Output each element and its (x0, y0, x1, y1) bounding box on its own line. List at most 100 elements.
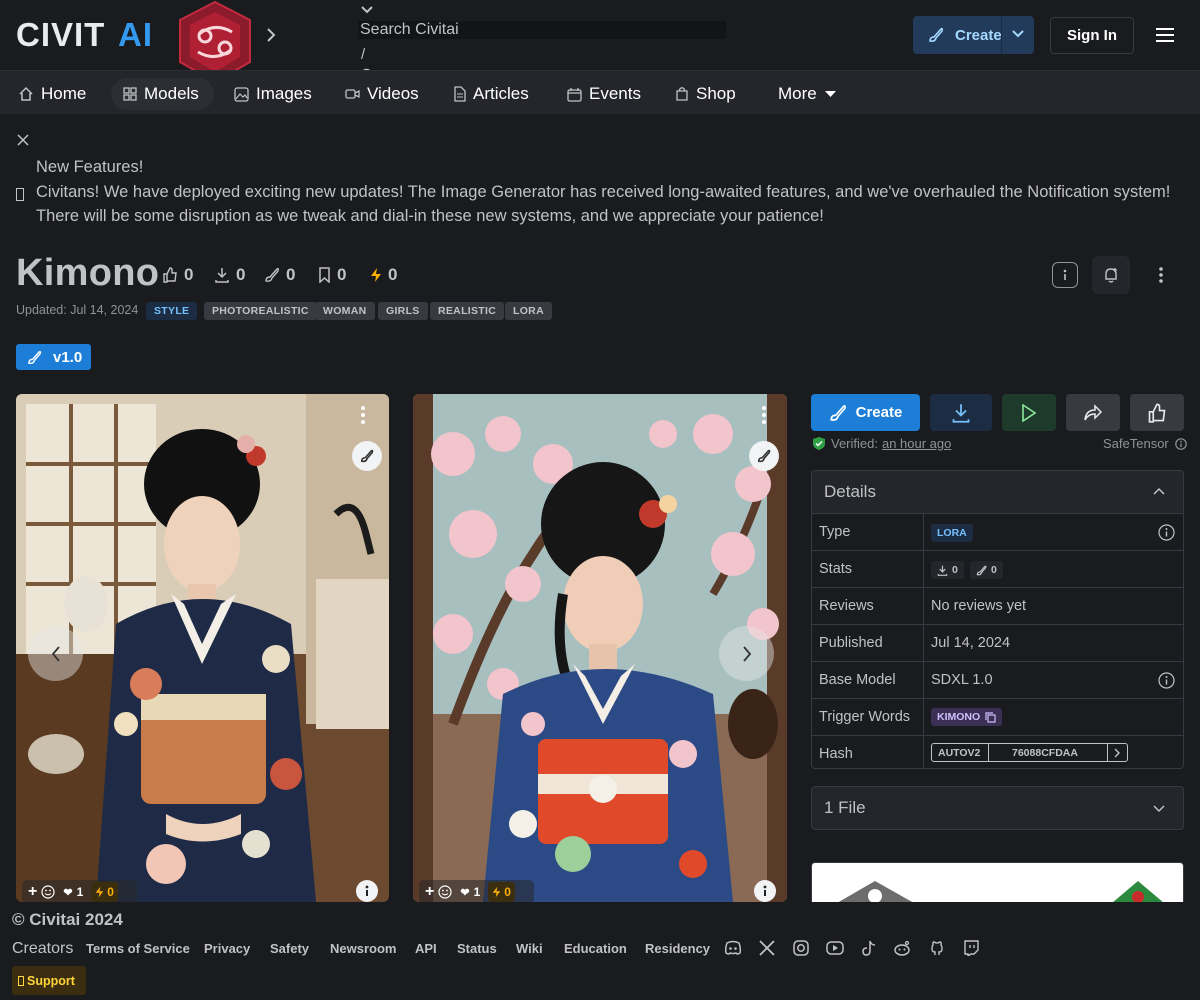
share-button[interactable] (1066, 394, 1120, 431)
details-row-trigger-words: Trigger Words KIMONO (812, 698, 1183, 736)
instagram-icon[interactable] (793, 940, 809, 956)
discord-icon[interactable] (724, 940, 742, 956)
bookmarks-stat: 0 (318, 265, 346, 285)
brush-icon (829, 404, 847, 422)
carousel-prev-button[interactable] (28, 626, 83, 681)
buzz-reaction[interactable]: 0 (91, 882, 118, 902)
image-icon (234, 86, 256, 102)
footer-link-status[interactable]: Status (457, 941, 497, 956)
footer-link-education[interactable]: Education (564, 941, 627, 956)
chevron-up-icon[interactable] (1153, 487, 1165, 495)
image-info-icon[interactable] (356, 880, 378, 902)
civitai-logo[interactable]: CIVIT AI (16, 18, 158, 50)
nav-item-videos[interactable]: Videos (345, 78, 419, 110)
files-label: 1 File (824, 798, 866, 817)
tag-style[interactable]: STYLE (146, 302, 198, 320)
shield-check-icon (812, 436, 826, 451)
thumbs-up-icon (162, 267, 184, 283)
trigger-word-badge[interactable]: KIMONO (931, 708, 1003, 726)
nav-item-events[interactable]: Events (567, 78, 641, 110)
notification-bell-icon[interactable] (1092, 256, 1130, 294)
footer-link-residency[interactable]: Residency (645, 941, 710, 956)
tag-girls[interactable]: GIRLS (378, 302, 428, 320)
header-create-button[interactable]: Create (913, 16, 1034, 54)
nav-item-home[interactable]: Home (18, 78, 86, 110)
row-key: Reviews (819, 598, 874, 614)
remix-brush-icon[interactable] (749, 441, 779, 471)
create-button[interactable]: Create (811, 394, 920, 431)
likes-stat: 0 (162, 265, 193, 285)
main-nav: Home Models Images Videos Articles Event… (0, 70, 1200, 114)
model-title: Kimono (16, 252, 160, 294)
footer-link-terms[interactable]: Terms of Service (86, 941, 190, 956)
details-row-hash: Hash AUTOV2 76088CFDAA (812, 735, 1183, 768)
details-row-published: Published Jul 14, 2024 (812, 624, 1183, 662)
footer-link-safety[interactable]: Safety (270, 941, 309, 956)
footer-link-privacy[interactable]: Privacy (204, 941, 250, 956)
caret-down-icon (824, 90, 843, 98)
more-options-icon[interactable] (361, 406, 365, 424)
smiley-icon[interactable] (438, 885, 452, 899)
like-button[interactable] (1130, 394, 1184, 431)
search-input[interactable] (358, 21, 726, 39)
more-options-icon[interactable] (1148, 262, 1174, 288)
version-button[interactable]: v1.0 (16, 344, 91, 370)
support-button[interactable]: Support (12, 966, 86, 995)
banner-title: New Features! (36, 158, 144, 176)
tiktok-icon[interactable] (861, 940, 877, 956)
nav-label: More (778, 84, 817, 103)
details-row-type: Type LORA (812, 513, 1183, 551)
footer-link-api[interactable]: API (415, 941, 437, 956)
github-icon[interactable] (929, 940, 945, 956)
close-icon[interactable] (17, 134, 29, 146)
nav-item-more[interactable]: More (778, 78, 843, 110)
hash-box[interactable]: AUTOV2 76088CFDAA (931, 743, 1128, 762)
hamburger-menu-icon[interactable] (1155, 27, 1175, 43)
create-label: Create (955, 26, 1002, 44)
remix-brush-icon[interactable] (352, 441, 382, 471)
tag-photorealistic[interactable]: PHOTOREALISTIC (204, 302, 317, 320)
info-icon[interactable] (1174, 437, 1187, 450)
verified-time-link[interactable]: an hour ago (882, 436, 951, 451)
chevron-right-icon[interactable] (1113, 748, 1121, 758)
download-icon (937, 565, 948, 576)
sign-in-button[interactable]: Sign In (1050, 17, 1134, 54)
heart-icon[interactable]: ❤ (460, 886, 469, 899)
youtube-icon[interactable] (826, 940, 844, 956)
chevron-left-icon (50, 645, 62, 663)
info-icon[interactable] (1158, 524, 1175, 541)
files-accordion[interactable]: 1 File (811, 786, 1184, 830)
nav-item-articles[interactable]: Articles (453, 78, 529, 110)
nav-item-models[interactable]: Models (111, 78, 214, 110)
chevron-down-icon[interactable] (360, 4, 374, 16)
footer-link-newsroom[interactable]: Newsroom (330, 941, 396, 956)
nav-item-shop[interactable]: Shop (675, 78, 736, 110)
play-button[interactable] (1002, 394, 1056, 431)
smiley-icon[interactable] (41, 885, 55, 899)
nav-item-images[interactable]: Images (234, 78, 312, 110)
footer-link-wiki[interactable]: Wiki (516, 941, 543, 956)
footer-link-creators[interactable]: Creators (12, 940, 73, 958)
tag-lora[interactable]: LORA (505, 302, 552, 320)
info-icon[interactable] (1052, 262, 1078, 288)
chevron-down-icon[interactable] (1011, 28, 1025, 40)
chevron-down-icon[interactable] (1153, 805, 1165, 813)
bookmark-icon (318, 267, 337, 283)
tag-realistic[interactable]: REALISTIC (430, 302, 505, 320)
more-options-icon[interactable] (762, 406, 766, 424)
plus-icon[interactable]: + (425, 883, 434, 901)
carousel-next-button[interactable] (719, 626, 774, 681)
heart-icon[interactable]: ❤ (63, 886, 72, 899)
reddit-icon[interactable] (893, 940, 911, 956)
buzz-reaction[interactable]: 0 (488, 882, 515, 902)
twitch-icon[interactable] (963, 940, 979, 956)
x-twitter-icon[interactable] (759, 940, 775, 956)
tag-woman[interactable]: WOMAN (315, 302, 375, 320)
image-info-icon[interactable] (754, 880, 776, 902)
trigger-word: KIMONO (937, 711, 981, 723)
download-button[interactable] (930, 394, 992, 431)
plus-icon[interactable]: + (28, 883, 37, 901)
chevron-right-icon[interactable] (264, 25, 278, 45)
details-header[interactable]: Details (812, 471, 1183, 513)
info-icon[interactable] (1158, 672, 1175, 689)
